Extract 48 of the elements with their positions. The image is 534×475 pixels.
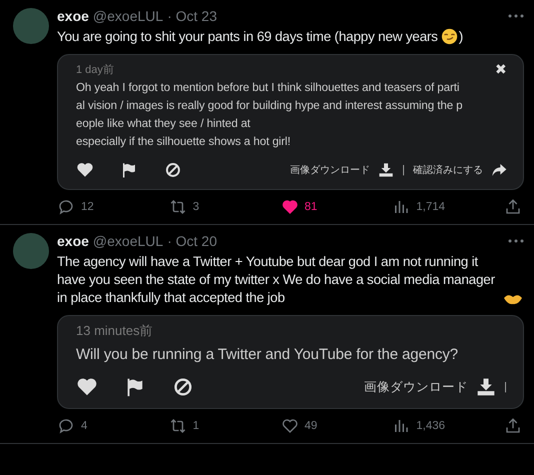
user-handle[interactable]: @exoeLUL [92, 8, 164, 24]
reply-icon[interactable] [57, 417, 75, 435]
heart-icon[interactable] [76, 376, 98, 398]
separator-text: | [504, 381, 507, 393]
download-button[interactable]: 画像ダウンロード [364, 378, 468, 396]
user-name[interactable]: exoe [57, 8, 89, 24]
like-count: 81 [304, 201, 318, 213]
post-text: The agency will have a Twitter + Youtube but dear god I am not running it have you seen the state of my twitter x We do have a social media manager in place thankfully that accepted the job [57, 253, 496, 307]
repost-count: 1 [192, 420, 200, 432]
mark-confirmed-button[interactable]: 確認済みにする [413, 163, 483, 177]
message-time: 1 day前 [76, 62, 114, 76]
download-icon[interactable] [476, 377, 496, 397]
more-icon[interactable] [508, 14, 524, 18]
more-icon[interactable] [508, 239, 524, 243]
block-icon[interactable] [164, 161, 182, 179]
message-text: Will you be running a Twitter and YouTube for the agency? [76, 346, 460, 364]
download-button[interactable]: 画像ダウンロード [290, 163, 370, 177]
view-count: 1,714 [416, 201, 446, 213]
views-icon[interactable] [392, 417, 410, 435]
reply-icon[interactable] [57, 198, 75, 216]
post-date[interactable]: · Oct 20 [167, 233, 217, 249]
like-icon[interactable] [280, 417, 298, 435]
smirking-face-emoji-icon [440, 28, 458, 45]
share-icon[interactable] [504, 417, 522, 435]
post-date[interactable]: · Oct 23 [167, 8, 217, 24]
heart-icon[interactable] [76, 161, 94, 179]
reply-count: 12 [81, 201, 94, 213]
message-time: 13 minutes前 [76, 322, 153, 340]
user-name[interactable]: exoe [57, 233, 89, 249]
separator-text: | [402, 164, 405, 176]
repost-icon[interactable] [168, 198, 187, 216]
share-icon[interactable] [504, 198, 522, 216]
like-count: 49 [304, 420, 318, 432]
post-text: You are going to shit your pants in 69 days time (happy new years [57, 28, 438, 46]
download-icon[interactable] [378, 162, 394, 178]
view-count: 1,436 [416, 420, 446, 432]
flag-icon[interactable] [120, 161, 138, 179]
close-button[interactable]: ✖ [495, 61, 507, 77]
like-icon[interactable] [280, 198, 298, 216]
reply-count: 4 [81, 420, 88, 432]
block-icon[interactable] [172, 376, 194, 398]
closing-parenthesis: ) [458, 28, 464, 46]
message-text: Oh yeah I forgot to mention before but I think silhouettes and teasers of parti al vision / images is really good for building hype and interest assuming the p eople like what they see / hinted at especially if the silhouette shows a hot girl! [76, 80, 464, 150]
views-icon[interactable] [392, 198, 410, 216]
repost-icon[interactable] [168, 417, 187, 435]
forward-arrow-icon[interactable] [491, 162, 507, 178]
repost-count: 3 [192, 201, 200, 213]
user-handle[interactable]: @exoeLUL [92, 233, 164, 249]
